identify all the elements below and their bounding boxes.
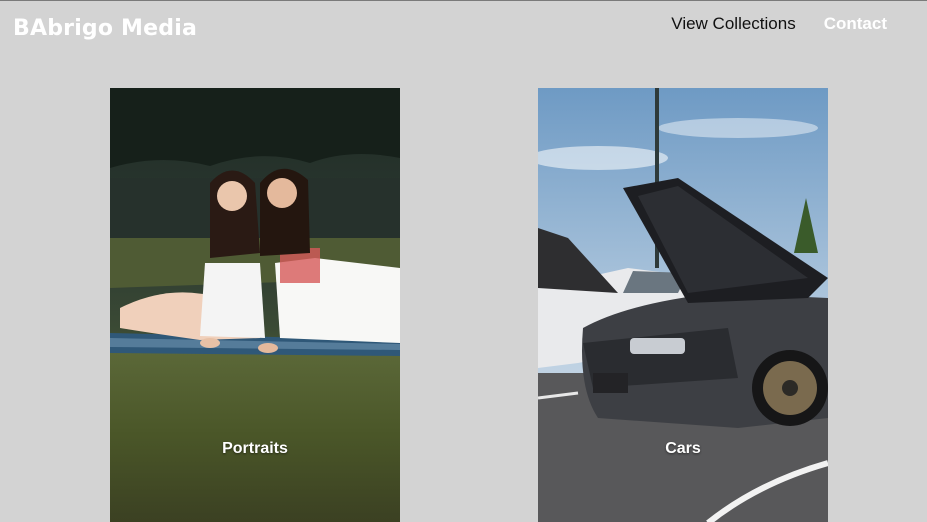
card-caption-cars: Cars <box>665 440 701 457</box>
nav-contact[interactable]: Contact <box>824 14 887 34</box>
gallery-card-cars[interactable]: Cars <box>538 88 828 522</box>
top-nav: View Collections Contact <box>671 14 887 34</box>
card-caption-portraits: Portraits <box>222 440 288 457</box>
brand-logo[interactable]: BAbrigo Media <box>13 16 197 41</box>
gallery-card-portraits[interactable]: Portraits <box>110 88 400 522</box>
nav-view-collections[interactable]: View Collections <box>671 14 795 34</box>
